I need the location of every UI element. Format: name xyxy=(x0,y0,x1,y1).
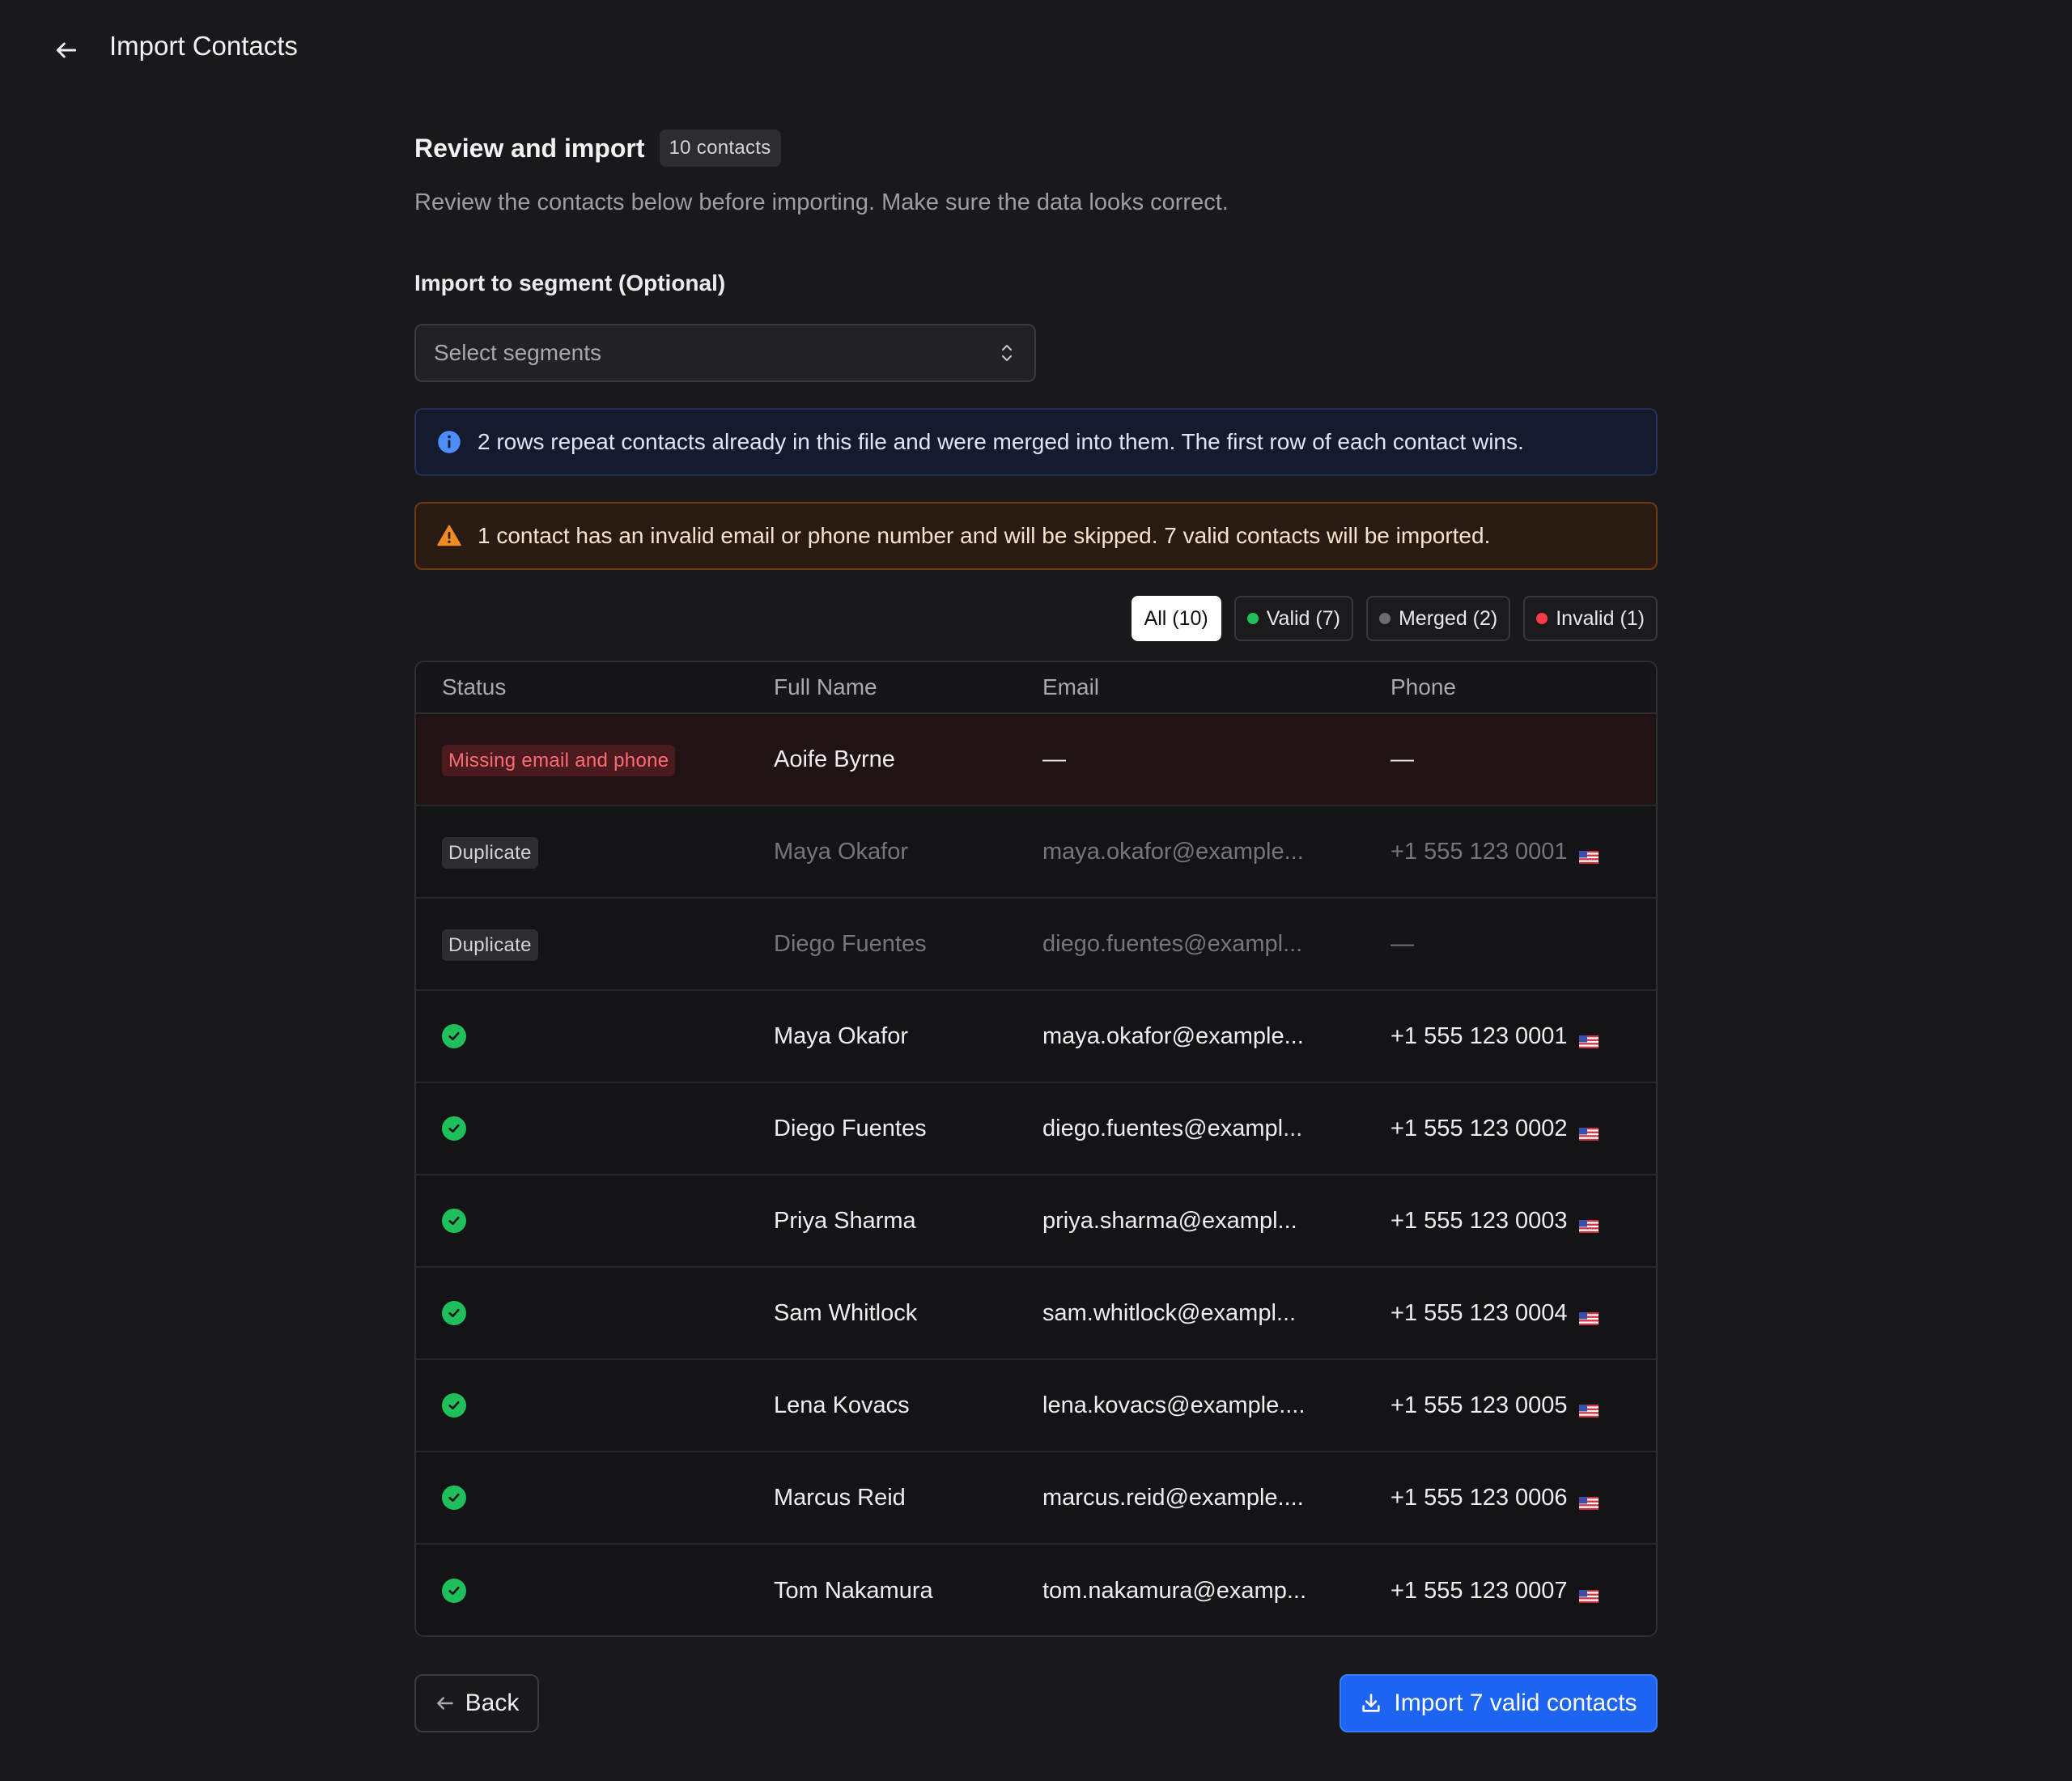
valid-check-icon xyxy=(442,1116,466,1141)
back-button-label: Back xyxy=(465,1690,520,1716)
filter-invalid[interactable]: Invalid (1) xyxy=(1523,596,1658,641)
cell-email: diego.fuentes@exampl... xyxy=(1042,930,1303,957)
table-row[interactable]: Duplicate Diego Fuentes diego.fuentes@ex… xyxy=(416,899,1656,991)
valid-check-icon xyxy=(442,1393,466,1418)
invalid-dot-icon xyxy=(1536,613,1548,624)
duplicate-status-badge: Duplicate xyxy=(442,836,538,869)
merged-info-banner: 2 rows repeat contacts already in this f… xyxy=(414,408,1658,476)
table-row[interactable]: Maya Okafor maya.okafor@example... +1 55… xyxy=(416,991,1656,1083)
cell-email: maya.okafor@example... xyxy=(1042,1022,1304,1049)
import-button-label: Import 7 valid contacts xyxy=(1394,1690,1637,1716)
us-flag-icon xyxy=(1578,1397,1599,1418)
cell-phone: +1 555 123 0001 xyxy=(1391,838,1568,865)
cell-phone: — xyxy=(1391,746,1414,772)
cell-email: lena.kovacs@example.... xyxy=(1042,1392,1306,1418)
info-icon xyxy=(438,431,461,453)
download-icon xyxy=(1362,1694,1381,1712)
table-row[interactable]: Priya Sharma priya.sharma@exampl... +1 5… xyxy=(416,1175,1656,1268)
valid-check-icon xyxy=(442,1209,466,1233)
back-button[interactable]: Back xyxy=(414,1674,539,1732)
cell-name: Lena Kovacs xyxy=(774,1392,910,1418)
cell-name: Diego Fuentes xyxy=(774,1115,927,1141)
cell-email: priya.sharma@exampl... xyxy=(1042,1207,1297,1234)
valid-check-icon xyxy=(442,1301,466,1325)
warning-banner-text: 1 contact has an invalid email or phone … xyxy=(478,523,1491,548)
table-row[interactable]: Lena Kovacs lena.kovacs@example.... +1 5… xyxy=(416,1360,1656,1452)
cell-name: Maya Okafor xyxy=(774,838,908,865)
cell-email: sam.whitlock@exampl... xyxy=(1042,1299,1297,1326)
table-header: Status Full Name Email Phone xyxy=(416,662,1656,714)
filter-merged[interactable]: Merged (2) xyxy=(1365,596,1511,641)
table-row[interactable]: Sam Whitlock sam.whitlock@exampl... +1 5… xyxy=(416,1268,1656,1360)
cell-name: Sam Whitlock xyxy=(774,1299,918,1326)
valid-dot-icon xyxy=(1246,613,1259,624)
cell-phone: +1 555 123 0002 xyxy=(1391,1115,1568,1141)
info-banner-text: 2 rows repeat contacts already in this f… xyxy=(478,429,1524,454)
cell-name: Marcus Reid xyxy=(774,1484,906,1511)
chevron-up-down-icon xyxy=(1001,344,1013,362)
status-filter-group: All (10) Valid (7) Merged (2) Invalid (1… xyxy=(1131,596,1658,641)
table-row[interactable]: Missing email and phone Aoife Byrne — — xyxy=(416,714,1656,806)
filter-all[interactable]: All (10) xyxy=(1131,596,1221,641)
merged-dot-icon xyxy=(1378,613,1391,624)
back-arrow-button[interactable] xyxy=(49,32,84,68)
segment-label: Import to segment (Optional) xyxy=(414,270,726,295)
cell-email: maya.okafor@example... xyxy=(1042,838,1304,865)
review-subtitle: Review the contacts below before importi… xyxy=(414,189,1229,215)
filter-all-label: All (10) xyxy=(1144,606,1208,630)
segment-select-placeholder: Select segments xyxy=(434,340,601,365)
cell-phone: +1 555 123 0004 xyxy=(1391,1299,1568,1326)
us-flag-icon xyxy=(1578,1583,1599,1603)
invalid-warning-banner: 1 contact has an invalid email or phone … xyxy=(414,502,1658,570)
page-title: Import Contacts xyxy=(109,31,298,61)
cell-phone: — xyxy=(1391,930,1414,957)
cell-phone: +1 555 123 0005 xyxy=(1391,1392,1568,1418)
cell-name: Tom Nakamura xyxy=(774,1577,933,1604)
valid-check-icon xyxy=(442,1024,466,1048)
us-flag-icon xyxy=(1578,1490,1599,1510)
segment-select[interactable]: Select segments xyxy=(414,324,1036,382)
warning-icon xyxy=(437,525,461,546)
cell-email: tom.nakamura@examp... xyxy=(1042,1577,1307,1604)
table-row[interactable]: Tom Nakamura tom.nakamura@examp... +1 55… xyxy=(416,1545,1656,1635)
table-row[interactable]: Diego Fuentes diego.fuentes@exampl... +1… xyxy=(416,1083,1656,1175)
missing-status-badge: Missing email and phone xyxy=(442,744,676,776)
cell-email: — xyxy=(1042,746,1066,772)
filter-valid-label: Valid (7) xyxy=(1266,606,1340,630)
cell-name: Maya Okafor xyxy=(774,1022,908,1049)
us-flag-icon xyxy=(1578,1213,1599,1233)
review-title: Review and import xyxy=(414,133,645,163)
table-row[interactable]: Marcus Reid marcus.reid@example.... +1 5… xyxy=(416,1452,1656,1545)
arrow-left-icon xyxy=(56,42,77,58)
cell-phone: +1 555 123 0001 xyxy=(1391,1022,1568,1049)
duplicate-status-badge: Duplicate xyxy=(442,929,538,961)
cell-name: Aoife Byrne xyxy=(774,746,895,772)
filter-valid[interactable]: Valid (7) xyxy=(1233,596,1353,641)
us-flag-icon xyxy=(1578,1120,1599,1141)
table-row[interactable]: Duplicate Maya Okafor maya.okafor@exampl… xyxy=(416,806,1656,899)
filter-invalid-label: Invalid (1) xyxy=(1556,606,1645,630)
cell-name: Priya Sharma xyxy=(774,1207,916,1234)
valid-check-icon xyxy=(442,1579,466,1603)
us-flag-icon xyxy=(1578,1305,1599,1325)
cell-email: diego.fuentes@exampl... xyxy=(1042,1115,1303,1141)
review-title-row: Review and import 10 contacts xyxy=(414,130,781,167)
header-phone: Phone xyxy=(1391,674,1456,699)
cell-phone: +1 555 123 0003 xyxy=(1391,1207,1568,1234)
cell-phone: +1 555 123 0007 xyxy=(1391,1577,1568,1604)
arrow-left-icon xyxy=(436,1697,453,1710)
cell-name: Diego Fuentes xyxy=(774,930,927,957)
valid-check-icon xyxy=(442,1486,466,1510)
header-full-name: Full Name xyxy=(774,674,877,699)
filter-merged-label: Merged (2) xyxy=(1398,606,1498,630)
contacts-count-badge: 10 contacts xyxy=(659,130,781,167)
us-flag-icon xyxy=(1578,1028,1599,1048)
cell-email: marcus.reid@example.... xyxy=(1042,1484,1304,1511)
header-status: Status xyxy=(442,674,507,699)
cell-phone: +1 555 123 0006 xyxy=(1391,1484,1568,1511)
contacts-table: Status Full Name Email Phone Missing ema… xyxy=(414,661,1658,1637)
import-button[interactable]: Import 7 valid contacts xyxy=(1340,1674,1658,1732)
header-email: Email xyxy=(1042,674,1100,699)
us-flag-icon xyxy=(1578,844,1599,864)
